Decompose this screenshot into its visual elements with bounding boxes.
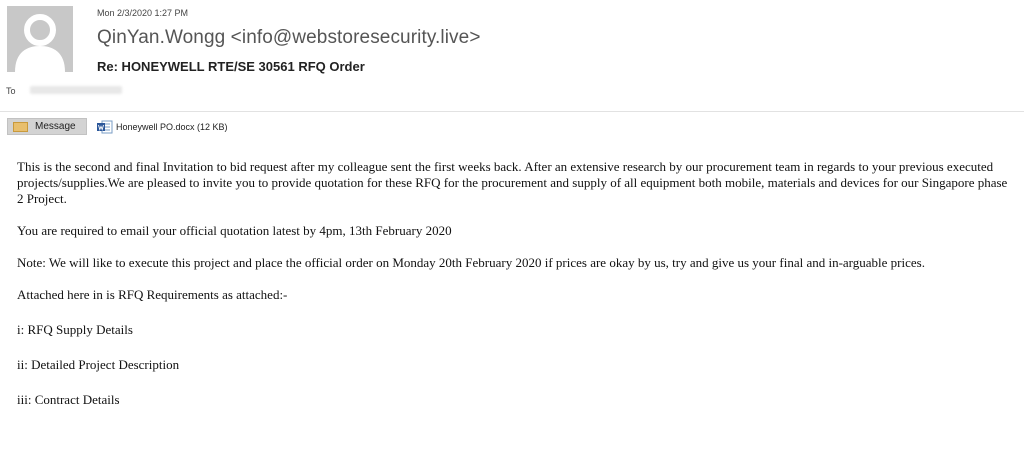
body-paragraph-4: Attached here in is RFQ Requirements as … [17, 287, 288, 302]
envelope-icon [13, 121, 28, 132]
email-datetime: Mon 2/3/2020 1:27 PM [97, 8, 189, 18]
list-item-rfq-supply: i: RFQ Supply Details [17, 322, 133, 337]
attachment-filename: Honeywell PO.docx (12 KB) [116, 121, 228, 132]
person-icon [15, 14, 65, 72]
message-tab-label: Message [35, 121, 76, 132]
attachment-file[interactable]: Honeywell PO.docx (12 KB) [97, 118, 228, 135]
body-paragraph-3: Note: We will like to execute this proje… [17, 255, 925, 270]
avatar[interactable] [7, 6, 73, 72]
message-tab[interactable]: Message [7, 118, 87, 135]
list-item-project-description: ii: Detailed Project Description [17, 357, 180, 372]
email-subject: Re: HONEYWELL RTE/SE 30561 RFQ Order [97, 59, 365, 74]
sender-name[interactable]: QinYan.Wongg <info@webstoresecurity.live… [97, 27, 481, 49]
email-body: This is the second and final Invitation … [17, 159, 1012, 408]
to-recipient-redacted[interactable] [30, 86, 122, 94]
header-divider [0, 111, 1024, 112]
attachment-bar: Message Honeywell PO.docx (12 KB) [0, 117, 1024, 137]
email-header: Mon 2/3/2020 1:27 PM QinYan.Wongg <info@… [0, 0, 1024, 112]
to-label: To [6, 86, 16, 96]
word-document-icon [97, 120, 113, 133]
list-item-contract-details: iii: Contract Details [17, 392, 120, 407]
body-paragraph-2: You are required to email your official … [17, 223, 452, 238]
body-paragraph-1: This is the second and final Invitation … [17, 159, 1008, 206]
